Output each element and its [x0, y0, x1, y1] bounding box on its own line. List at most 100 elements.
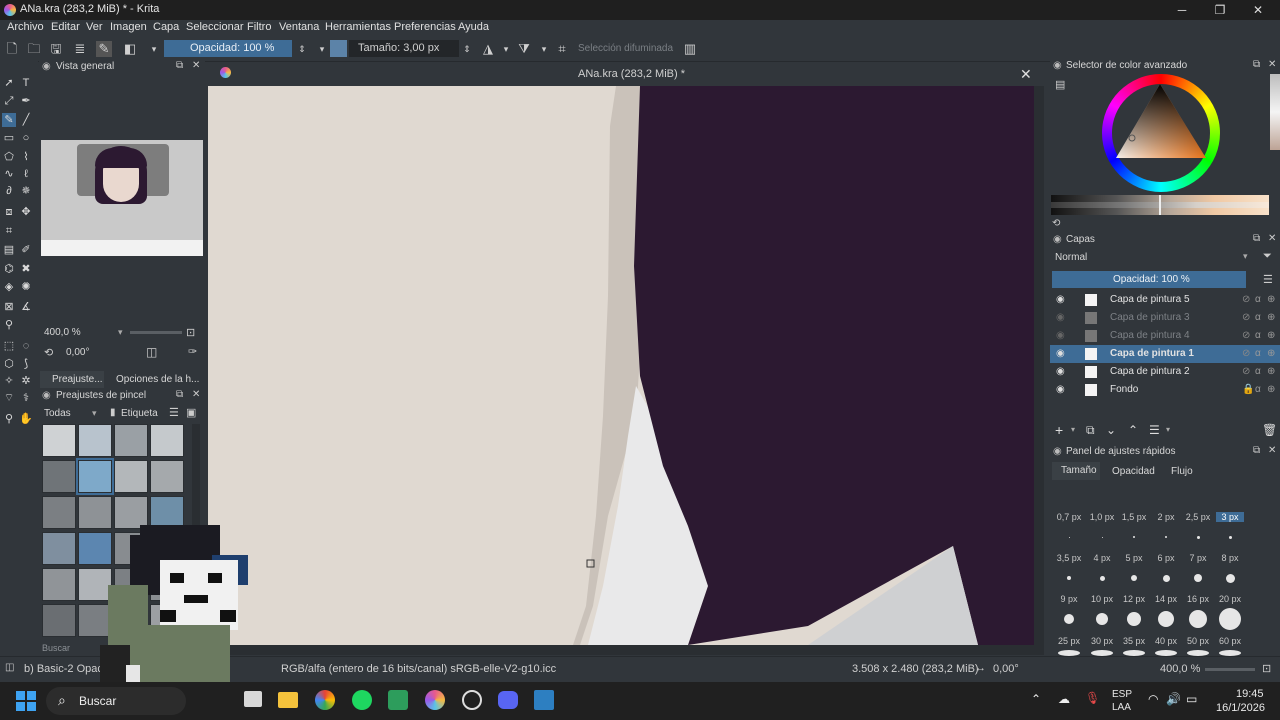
menu-ver[interactable]: Ver	[86, 21, 103, 33]
float-docker-icon[interactable]: ⧉	[1253, 59, 1260, 70]
saturation-value-triangle[interactable]	[1114, 84, 1210, 160]
chevron-down-icon[interactable]: ▾	[498, 41, 514, 57]
color-shade-strip[interactable]	[1051, 195, 1269, 215]
battery-icon[interactable]: ▭	[1186, 692, 1197, 706]
spotify-icon[interactable]	[352, 690, 372, 710]
brush-preset-tile[interactable]	[42, 424, 76, 457]
fit-view-icon[interactable]: ⊡	[186, 326, 195, 339]
size-option[interactable]: 10 px	[1088, 594, 1116, 604]
size-dot[interactable]	[1219, 608, 1241, 630]
pan-tool-icon[interactable]: ✋	[19, 412, 33, 426]
eye-icon[interactable]: ◉	[1056, 345, 1065, 363]
clock-date[interactable]: 16/1/2026	[1216, 702, 1265, 714]
size-option[interactable]: 35 px	[1120, 636, 1148, 646]
size-dot[interactable]	[1196, 535, 1200, 539]
docker-lock-icon[interactable]: ◉	[1053, 446, 1062, 457]
inherit-alpha-icon[interactable]: ⊕	[1267, 345, 1275, 363]
edit-shape-icon[interactable]: ⤢	[2, 94, 16, 108]
move-tool-icon[interactable]: ✥	[19, 205, 33, 219]
enclosed-fill-icon[interactable]: ✖	[19, 262, 33, 276]
alpha-lock-icon[interactable]: α	[1255, 345, 1261, 363]
polygon-tool-icon[interactable]: ⬠	[2, 150, 16, 164]
size-option[interactable]: 3,5 px	[1055, 553, 1083, 563]
chevron-down-icon[interactable]: ▾	[536, 41, 552, 57]
size-option[interactable]: 14 px	[1152, 594, 1180, 604]
calligraphy-icon[interactable]: ✒	[19, 94, 33, 108]
size-option[interactable]: 2 px	[1152, 512, 1180, 522]
size-dot[interactable]	[1225, 573, 1235, 583]
size-option[interactable]: 5 px	[1120, 553, 1148, 563]
canvas-horizontal-scrollbar[interactable]	[208, 645, 1034, 654]
canvas-vertical-scrollbar[interactable]	[1035, 86, 1044, 645]
freehand-select-icon[interactable]: ⟆	[19, 357, 33, 371]
brush-preset-tile[interactable]	[42, 532, 76, 565]
brush-preset-tile[interactable]	[150, 424, 184, 457]
size-option[interactable]: 9 px	[1055, 594, 1083, 604]
bezier-select-icon[interactable]: ⌔	[2, 391, 16, 405]
size-dot[interactable]	[1131, 575, 1137, 581]
file-explorer-icon[interactable]	[278, 692, 298, 708]
pin-icon[interactable]: ✑	[188, 345, 197, 358]
rect-select-icon[interactable]: ⬚	[2, 339, 16, 353]
status-zoom[interactable]: 400,0 %	[1160, 663, 1200, 675]
tag-select[interactable]: Etiqueta	[121, 408, 158, 419]
close-docker-icon[interactable]: ✕	[1268, 233, 1276, 244]
menu-seleccionar[interactable]: Seleccionar	[186, 21, 243, 33]
brush-preset-tile[interactable]	[42, 496, 76, 529]
size-dot[interactable]	[1067, 576, 1071, 580]
vscode-icon[interactable]	[534, 690, 554, 710]
lock-icon[interactable]: ⊘	[1242, 363, 1250, 381]
contiguous-select-icon[interactable]: ✧	[2, 374, 16, 388]
move-layer-up-icon[interactable]: ⌃	[1128, 423, 1138, 437]
mirror-vertical-icon[interactable]: ⧩	[516, 41, 532, 57]
tab-flow[interactable]: Flujo	[1171, 466, 1193, 477]
inherit-alpha-icon[interactable]: ⊕	[1267, 381, 1275, 399]
zoom-tool-icon[interactable]: ⚲	[2, 412, 16, 426]
float-docker-icon[interactable]: ⧉	[1253, 445, 1260, 456]
transform-tool-icon[interactable]: ⧈	[2, 205, 16, 219]
save-icon[interactable]: 🖫	[48, 41, 64, 57]
close-docker-icon[interactable]: ✕	[1268, 59, 1276, 70]
chevron-down-icon[interactable]: ▾	[92, 408, 97, 419]
eye-icon[interactable]: ◉	[1056, 381, 1065, 399]
select-shape-icon[interactable]: ➚	[2, 76, 16, 90]
fill-tool-icon[interactable]: ◈	[2, 280, 16, 294]
grid-view-icon[interactable]: ▣	[186, 406, 196, 419]
line-tool-icon[interactable]: ╱	[19, 113, 33, 127]
freehand-brush-icon[interactable]: ✎	[2, 113, 16, 127]
bezier-tool-icon[interactable]: ∿	[2, 167, 16, 181]
size-dot[interactable]	[1099, 575, 1105, 581]
pattern-tool-icon[interactable]: ✺	[19, 280, 33, 294]
chevron-down-icon[interactable]: ▾	[1166, 425, 1170, 434]
brush-preset-tile[interactable]	[150, 460, 184, 493]
maximize-button[interactable]: ❐	[1200, 0, 1240, 20]
zoom-slider[interactable]	[130, 331, 182, 334]
alpha-lock-icon[interactable]: α	[1255, 363, 1261, 381]
canvas-tab-title[interactable]: ANa.kra (283,2 MiB) *	[578, 68, 685, 80]
layer-opacity-slider[interactable]: Opacidad: 100 %	[1052, 271, 1246, 288]
close-document-icon[interactable]: ✕	[1020, 66, 1032, 83]
language-indicator[interactable]: ESP	[1112, 689, 1132, 700]
menu-herramientas[interactable]: Herramientas	[325, 21, 391, 33]
task-view-icon[interactable]	[244, 691, 262, 707]
freehand-path-icon[interactable]: ℓ	[19, 167, 33, 181]
preset-filter-select[interactable]: Todas	[44, 408, 71, 419]
lock-icon[interactable]: ⊘	[1242, 345, 1250, 363]
tray-overflow-icon[interactable]: ⌃	[1031, 692, 1041, 706]
chevron-down-icon[interactable]: ▾	[314, 41, 330, 57]
minimize-button[interactable]: ─	[1162, 0, 1202, 20]
close-window-button[interactable]: ✕	[1238, 0, 1278, 20]
size-dot[interactable]	[1096, 613, 1108, 625]
smart-patch-icon[interactable]: ⌬	[2, 262, 16, 276]
docker-lock-icon[interactable]: ◉	[42, 390, 51, 401]
menu-editar[interactable]: Editar	[51, 21, 80, 33]
size-option[interactable]: 1,5 px	[1120, 512, 1148, 522]
eye-icon[interactable]: ◉	[1056, 309, 1065, 327]
clock-time[interactable]: 19:45	[1236, 688, 1264, 700]
lock-icon[interactable]: 🔒	[1242, 381, 1254, 399]
close-docker-icon[interactable]: ✕	[192, 60, 200, 71]
list-view-icon[interactable]: ☰	[169, 406, 179, 419]
float-docker-icon[interactable]: ⧉	[176, 60, 183, 71]
status-zoom-slider[interactable]	[1205, 668, 1255, 671]
menu-filtro[interactable]: Filtro	[247, 21, 271, 33]
